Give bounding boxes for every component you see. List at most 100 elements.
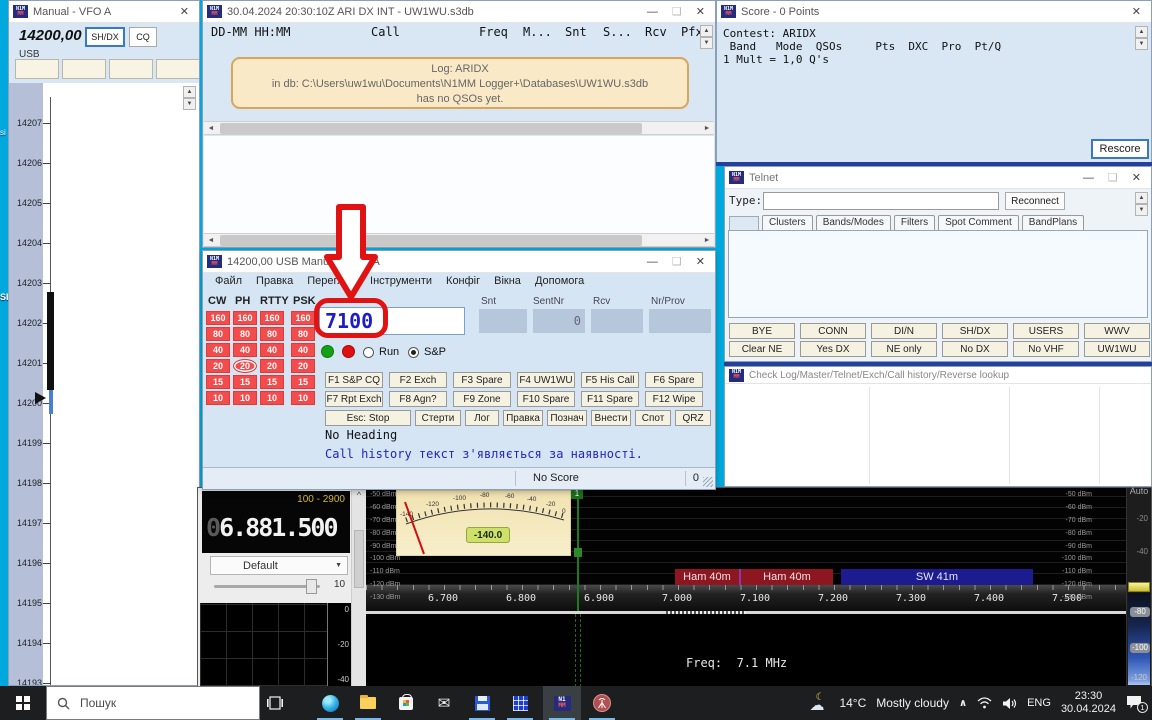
frequency-scale-label[interactable]: 6.700 bbox=[428, 593, 458, 604]
band-button-psk[interactable]: 80 bbox=[291, 327, 315, 341]
sdr-app-button[interactable] bbox=[583, 686, 621, 720]
entry-action-button[interactable]: Познач bbox=[547, 410, 587, 426]
telnet-output-pane[interactable] bbox=[728, 230, 1148, 318]
band-button-psk[interactable]: 20 bbox=[291, 359, 315, 373]
vfo-memory-slot[interactable] bbox=[109, 59, 153, 79]
sp-radio[interactable] bbox=[408, 347, 419, 358]
minimize-icon[interactable]: — bbox=[1083, 172, 1094, 184]
telnet-tab[interactable]: BandPlans bbox=[1022, 215, 1084, 230]
function-key-button[interactable]: F4 UW1WU bbox=[517, 372, 575, 388]
band-button-rtty[interactable]: 80 bbox=[260, 327, 284, 341]
telnet-command-button[interactable]: CONN bbox=[800, 323, 866, 339]
entry-action-button[interactable]: Стерти bbox=[415, 410, 461, 426]
scroll-right-icon[interactable]: ► bbox=[700, 122, 714, 134]
band-button-ph[interactable]: 10 bbox=[233, 391, 257, 405]
snt-field[interactable] bbox=[479, 309, 527, 333]
function-key-button[interactable]: F1 S&P CQ bbox=[325, 372, 383, 388]
band-button-cw[interactable]: 15 bbox=[206, 375, 230, 389]
log-column-header[interactable]: DD-MM HH:MM bbox=[211, 25, 290, 39]
band-segment-sw41m[interactable]: SW 41m bbox=[841, 569, 1033, 585]
menu-item[interactable]: Інструменти bbox=[370, 275, 432, 287]
maximize-icon[interactable]: ❑ bbox=[672, 5, 682, 18]
function-key-button[interactable]: F11 Spare bbox=[581, 391, 639, 407]
telnet-command-button[interactable]: Yes DX bbox=[800, 341, 866, 357]
log-column-header[interactable]: M... bbox=[523, 25, 552, 39]
telnet-command-button[interactable]: SH/DX bbox=[942, 323, 1008, 339]
sdr-frequency-panel[interactable]: 100 - 2900 06.881.500 bbox=[202, 491, 350, 553]
close-icon[interactable]: ✕ bbox=[696, 255, 705, 268]
weather-temperature[interactable]: 14°C bbox=[839, 696, 866, 710]
maximize-icon[interactable]: ❑ bbox=[1108, 171, 1118, 184]
telnet-tab[interactable]: Clusters bbox=[762, 215, 813, 230]
sp-radio-label[interactable]: S&P bbox=[424, 346, 446, 358]
scrollbar-thumb[interactable] bbox=[220, 235, 642, 246]
band-button-psk[interactable]: 160 bbox=[291, 311, 315, 325]
telnet-tab[interactable]: Filters bbox=[894, 215, 935, 230]
telnet-command-button[interactable]: No DX bbox=[942, 341, 1008, 357]
band-button-psk[interactable]: 15 bbox=[291, 375, 315, 389]
score-scroll-spinner[interactable]: ▲▼ bbox=[1135, 26, 1148, 50]
collapse-icon[interactable]: ^ bbox=[352, 490, 366, 500]
function-key-button[interactable]: F12 Wipe bbox=[645, 391, 703, 407]
entry-action-button[interactable]: QRZ bbox=[675, 410, 711, 426]
tray-overflow-icon[interactable]: ∧ bbox=[959, 698, 967, 709]
speaker-icon[interactable] bbox=[1002, 697, 1017, 710]
telnet-command-input[interactable] bbox=[763, 192, 999, 210]
sdr-vertical-scroll-thumb[interactable] bbox=[354, 530, 364, 588]
resize-grip[interactable] bbox=[703, 477, 713, 487]
sdr-frequency-display[interactable]: 06.881.500 bbox=[206, 513, 337, 542]
frequency-scale-label[interactable]: 6.800 bbox=[506, 593, 536, 604]
telnet-titlebar[interactable]: N1MMM Telnet — ❑ ✕ bbox=[725, 167, 1151, 189]
vfo-memory-slot[interactable] bbox=[156, 59, 200, 79]
log-column-header[interactable]: Freq bbox=[479, 25, 508, 39]
menu-item[interactable]: Правка bbox=[256, 275, 293, 287]
notification-center-button[interactable]: 1 bbox=[1126, 695, 1144, 711]
logger-app-button[interactable] bbox=[463, 686, 501, 720]
sdr-collapse-strip[interactable]: ^ bbox=[351, 488, 366, 686]
vfo-titlebar[interactable]: N1MMM Manual - VFO A ✕ bbox=[9, 1, 199, 23]
menu-item[interactable]: Допомога bbox=[535, 275, 584, 287]
spreadsheet-app-button[interactable] bbox=[501, 686, 539, 720]
bandmap-pane[interactable]: 1420714206142051420414203142021420114200… bbox=[9, 83, 199, 685]
entry-action-button[interactable]: Esc: Stop bbox=[325, 410, 411, 426]
taskbar-search[interactable]: Пошук bbox=[46, 686, 260, 720]
close-icon[interactable]: ✕ bbox=[180, 5, 189, 18]
menu-item[interactable]: Вікна bbox=[494, 275, 521, 287]
taskbar-clock[interactable]: 23:30 30.04.2024 bbox=[1061, 690, 1116, 716]
tuning-marker-handle[interactable] bbox=[574, 548, 582, 557]
menu-item[interactable]: Конфіг bbox=[446, 275, 480, 287]
band-button-rtty[interactable]: 160 bbox=[260, 311, 284, 325]
function-key-button[interactable]: F7 Rpt Exch bbox=[325, 391, 383, 407]
band-segment-ham40m[interactable]: Ham 40m bbox=[741, 569, 833, 585]
telnet-command-button[interactable]: No VHF bbox=[1013, 341, 1079, 357]
close-icon[interactable]: ✕ bbox=[696, 5, 705, 18]
frequency-scale-label[interactable]: 7.200 bbox=[818, 593, 848, 604]
sdr-main-display[interactable]: -50 dBm-60 dBm-70 dBm-80 dBm-90 dBm-100 … bbox=[366, 488, 1128, 686]
telnet-command-button[interactable]: BYE bbox=[729, 323, 795, 339]
waterfall-colorbar-panel[interactable]: Auto -20-40 -80 -100 -120 bbox=[1126, 488, 1151, 686]
band-button-rtty[interactable]: 15 bbox=[260, 375, 284, 389]
log-column-header[interactable]: Snt bbox=[565, 25, 587, 39]
start-button[interactable] bbox=[0, 686, 46, 720]
frequency-scale-label[interactable]: 7.300 bbox=[896, 593, 926, 604]
band-button-ph[interactable]: 80 bbox=[233, 327, 257, 341]
vfo-memory-slot[interactable] bbox=[62, 59, 106, 79]
telnet-tab[interactable]: Spot Comment bbox=[938, 215, 1019, 230]
band-button-rtty[interactable]: 10 bbox=[260, 391, 284, 405]
tuning-marker-flag[interactable]: 1 bbox=[571, 489, 583, 499]
function-key-button[interactable]: F6 Spare bbox=[645, 372, 703, 388]
reconnect-button[interactable]: Reconnect bbox=[1005, 192, 1065, 210]
store-button[interactable] bbox=[387, 686, 425, 720]
log-column-header[interactable]: S... bbox=[603, 25, 632, 39]
log-scroll-spinner[interactable]: ▲▼ bbox=[700, 25, 713, 49]
scroll-left-icon[interactable]: ◄ bbox=[204, 234, 218, 246]
rcv-field[interactable] bbox=[591, 309, 643, 333]
telnet-command-button[interactable]: NE only bbox=[871, 341, 937, 357]
entry-titlebar[interactable]: N1MMM 14200,00 USB Manual - VFO A — ❑ ✕ bbox=[203, 251, 715, 273]
mail-button[interactable]: ✉ bbox=[425, 686, 463, 720]
band-button-cw[interactable]: 40 bbox=[206, 343, 230, 357]
sdr-waterfall[interactable]: Freq: 7.1 MHz bbox=[366, 614, 1128, 687]
minimize-icon[interactable]: — bbox=[647, 256, 658, 268]
band-button-cw[interactable]: 10 bbox=[206, 391, 230, 405]
band-button-ph[interactable]: 20 bbox=[233, 359, 257, 373]
